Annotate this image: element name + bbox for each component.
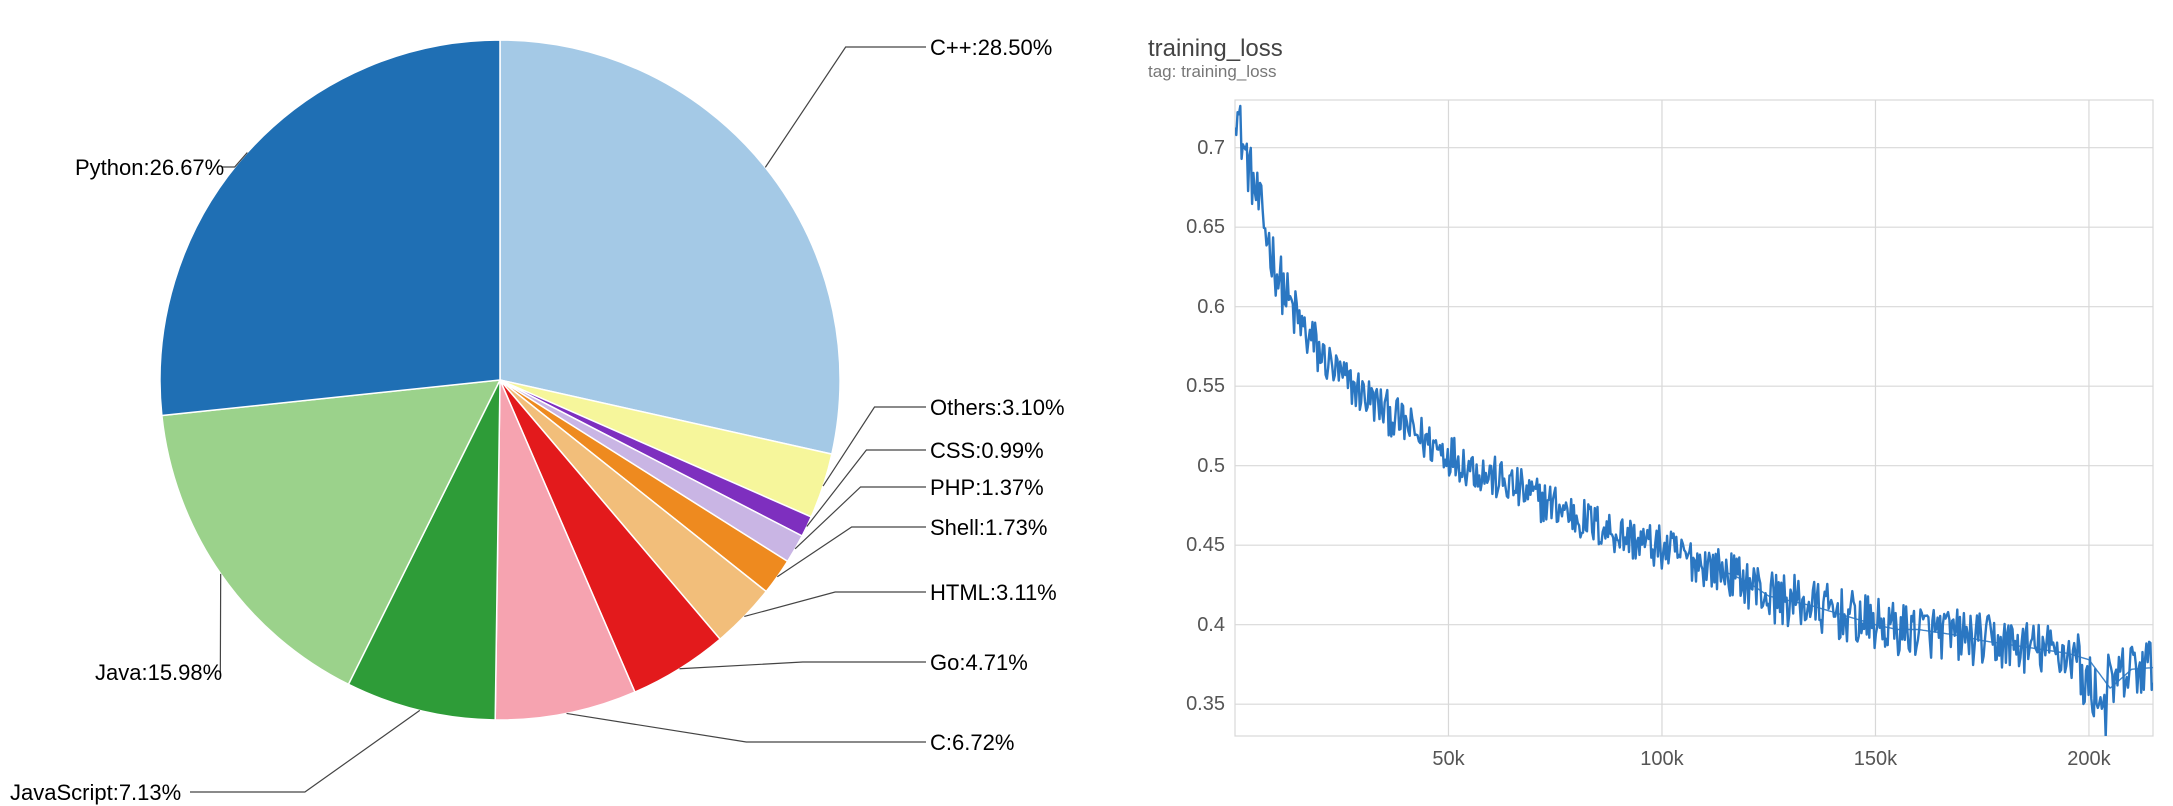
y-tick-label: 0.65 [1165, 216, 1225, 239]
y-tick-label: 0.7 [1165, 137, 1225, 160]
pie-label-css: CSS:0.99% [930, 438, 1044, 464]
y-tick-label: 0.4 [1165, 614, 1225, 637]
pie-leader-line [220, 574, 221, 672]
pie-label-c-: C++:28.50% [930, 35, 1052, 61]
pie-label-python: Python:26.67% [75, 155, 224, 181]
x-tick-label: 200k [2067, 748, 2110, 771]
x-tick-label: 150k [1854, 748, 1897, 771]
pie-leader-line [567, 713, 926, 742]
pie-label-go: Go:4.71% [930, 650, 1028, 676]
pie-slice-python [160, 40, 500, 416]
y-tick-label: 0.55 [1165, 375, 1225, 398]
pie-label-javascript: JavaScript:7.13% [10, 780, 181, 806]
x-tick-label: 100k [1640, 748, 1683, 771]
pie-leader-line [679, 662, 926, 669]
y-tick-label: 0.35 [1165, 693, 1225, 716]
pie-label-shell: Shell:1.73% [930, 515, 1047, 541]
pie-label-others: Others:3.10% [930, 395, 1065, 421]
pie-leader-line [190, 710, 420, 792]
y-tick-label: 0.5 [1165, 455, 1225, 478]
pie-chart: C++:28.50% Python:26.67% Others:3.10% CSS:0… [0, 0, 1130, 806]
x-tick-label: 50k [1432, 748, 1464, 771]
pie-label-c: C:6.72% [930, 730, 1014, 756]
pie-label-html: HTML:3.11% [930, 580, 1057, 606]
pie-label-php: PHP:1.37% [930, 475, 1044, 501]
y-tick-label: 0.45 [1165, 534, 1225, 557]
pie-label-java: Java:15.98% [95, 660, 222, 686]
y-tick-label: 0.6 [1165, 296, 1225, 319]
line-chart: training_loss tag: training_loss 0.350.4… [1130, 0, 2173, 806]
pie-leader-line [744, 592, 926, 616]
pie-leader-line [765, 47, 926, 167]
